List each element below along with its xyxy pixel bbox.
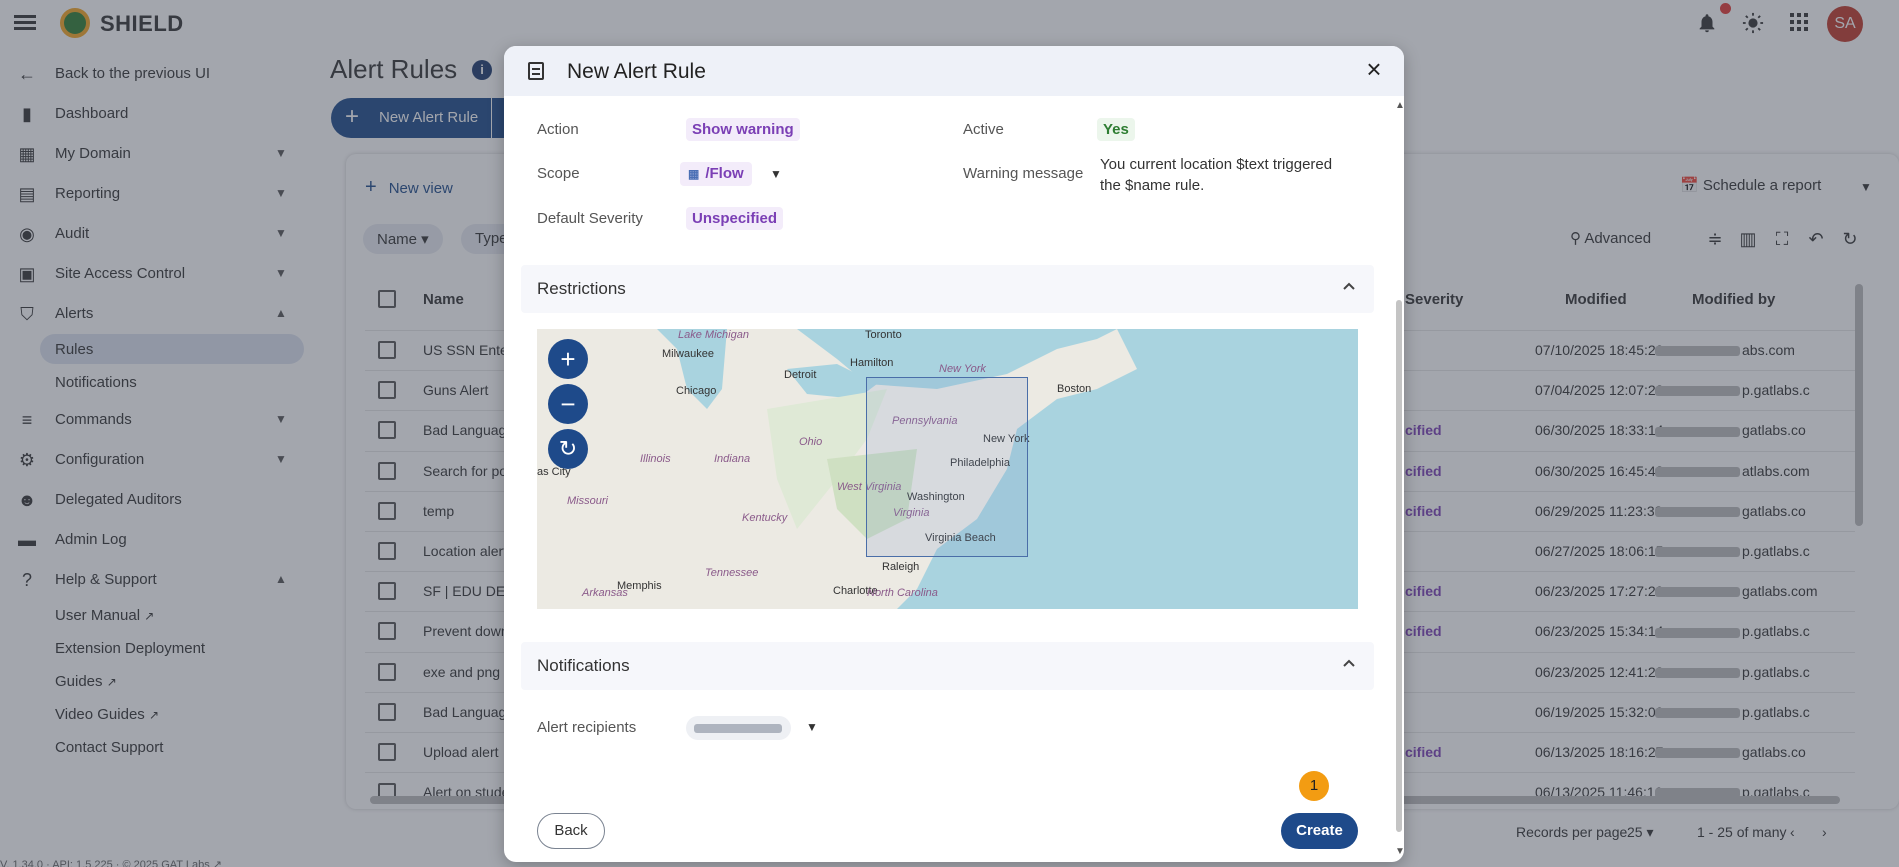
- form-icon: [528, 62, 544, 80]
- map-label-hamilton: Hamilton: [850, 357, 894, 369]
- restrictions-section-header[interactable]: Restrictions: [521, 265, 1374, 313]
- warning-message-value[interactable]: You current location $text triggered the…: [1100, 154, 1350, 196]
- map-label-chicago: Chicago: [676, 385, 717, 397]
- zoom-in-icon[interactable]: +: [548, 339, 588, 379]
- close-icon[interactable]: ×: [1362, 56, 1386, 82]
- recipients-dropdown-icon[interactable]: ▼: [806, 720, 818, 734]
- map-label-tennessee: Tennessee: [705, 567, 759, 579]
- map-label-north-carolina: North Carolina: [867, 587, 938, 599]
- redacted-recipient: [694, 724, 782, 733]
- action-label: Action: [537, 121, 579, 138]
- map-label-ohio: Ohio: [799, 436, 823, 448]
- map-label-raleigh: Raleigh: [882, 561, 920, 573]
- active-label: Active: [963, 121, 1004, 138]
- scope-dropdown-icon[interactable]: ▼: [770, 167, 782, 181]
- back-button[interactable]: Back: [537, 813, 605, 849]
- zoom-out-icon[interactable]: −: [548, 384, 588, 424]
- create-button[interactable]: Create: [1281, 813, 1358, 849]
- map-label-detroit: Detroit: [784, 369, 817, 381]
- scope-chip[interactable]: ▦ /Flow: [680, 162, 752, 186]
- notifications-title: Notifications: [537, 656, 630, 675]
- restrictions-title: Restrictions: [537, 279, 626, 298]
- chevron-up-icon: [1343, 659, 1355, 667]
- scope-label: Scope: [537, 165, 580, 182]
- default-severity-value[interactable]: Unspecified: [686, 207, 784, 230]
- dialog-scrollbar[interactable]: [1396, 300, 1402, 832]
- map-label-milwaukee: Milwaukee: [662, 348, 714, 360]
- map-label-indiana: Indiana: [714, 453, 751, 465]
- map-label-kentucky: Kentucky: [742, 512, 788, 524]
- active-value[interactable]: Yes: [1097, 118, 1135, 141]
- map-selection-rectangle[interactable]: [866, 377, 1028, 557]
- notifications-section-header[interactable]: Notifications: [521, 642, 1374, 690]
- map-label-arkansas: Arkansas: [582, 587, 628, 599]
- building-icon: ▦: [688, 167, 700, 181]
- map-label-lake-michigan: Lake Michigan: [678, 329, 749, 341]
- default-severity-label: Default Severity: [537, 210, 643, 227]
- dialog-header: New Alert Rule ×: [504, 46, 1404, 96]
- action-value[interactable]: Show warning: [686, 118, 800, 141]
- map-label-missouri: Missouri: [567, 495, 608, 507]
- alert-recipients-label: Alert recipients: [537, 719, 637, 736]
- map-label-new-york-state: New York: [939, 363, 986, 375]
- scroll-down-icon[interactable]: ▼: [1395, 846, 1404, 857]
- chevron-up-icon: [1343, 282, 1355, 290]
- map-label-illinois: Illinois: [640, 453, 671, 465]
- warning-message-label: Warning message: [963, 165, 1084, 182]
- map-label-toronto: Toronto: [865, 329, 902, 341]
- map-label-boston: Boston: [1057, 383, 1092, 395]
- scope-value: /Flow: [705, 165, 744, 182]
- scroll-up-icon[interactable]: ▲: [1395, 100, 1404, 111]
- dialog-title: New Alert Rule: [567, 60, 706, 83]
- step-badge: 1: [1299, 771, 1329, 801]
- reset-map-icon[interactable]: ↻: [548, 429, 588, 469]
